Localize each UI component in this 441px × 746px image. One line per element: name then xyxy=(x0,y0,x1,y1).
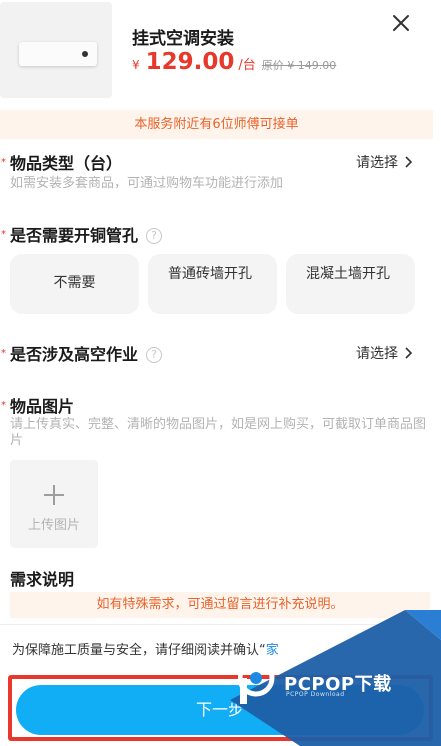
photos-hint: 请上传真实、完整、清晰的物品图片，如是网上购买，可截取订单商品图片 xyxy=(10,417,427,448)
option-label: 混凝土墙开孔 xyxy=(306,266,390,282)
product-header: 挂式空调安装 ¥ 129.00 /台 原价 ¥ 149.00 xyxy=(0,0,441,110)
watermark-sub: PCPOP Download xyxy=(286,691,345,698)
upload-label: 上传图片 xyxy=(27,518,80,533)
price-unit: /台 xyxy=(238,58,256,73)
upload-photo-button[interactable]: 上传图片 xyxy=(10,460,98,548)
plus-icon xyxy=(44,485,64,505)
close-icon[interactable] xyxy=(391,13,411,33)
high-altitude-title-text: 是否涉及高空作业 xyxy=(10,345,139,364)
copper-pipe-title-text: 是否需要开铜管孔 xyxy=(10,226,139,245)
option-concrete-wall[interactable]: 混凝土墙开孔 xyxy=(286,254,415,314)
product-thumbnail xyxy=(0,2,112,98)
original-price: 原价 ¥ 149.00 xyxy=(261,59,337,72)
copper-pipe-title: 是否需要开铜管孔? xyxy=(10,222,163,246)
photos-title: 物品图片 xyxy=(10,397,75,416)
price-value: 129.00 xyxy=(145,49,235,75)
air-conditioner-image xyxy=(19,42,97,66)
option-no-need[interactable]: 不需要 xyxy=(10,254,139,314)
option-label: 普通砖墙开孔 xyxy=(168,266,252,282)
high-altitude-select[interactable]: 请选择 xyxy=(356,343,413,363)
item-type-title: 物品类型（台） xyxy=(10,154,123,173)
product-title: 挂式空调安装 xyxy=(132,29,234,49)
consent-text-body: 为保障施工质量与安全，请仔细阅读并确认“ xyxy=(12,643,266,658)
chevron-right-icon xyxy=(405,347,413,359)
option-brick-wall[interactable]: 普通砖墙开孔 xyxy=(148,254,277,314)
high-altitude-select-label: 请选择 xyxy=(356,346,398,362)
question-icon[interactable]: ? xyxy=(146,347,163,363)
requirements-title: 需求说明 xyxy=(10,570,75,589)
question-icon[interactable]: ? xyxy=(146,228,163,244)
required-marker: * xyxy=(1,229,6,240)
required-marker: * xyxy=(1,400,6,411)
required-marker: * xyxy=(1,348,6,359)
item-type-select[interactable]: 请选择 xyxy=(356,152,413,172)
option-label: 不需要 xyxy=(53,275,96,291)
requirements-input[interactable]: 如有特殊需求，可通过留言进行补充说明。 xyxy=(10,592,430,618)
consent-link[interactable]: 家 xyxy=(266,643,279,658)
consent-text: 为保障施工质量与安全，请仔细阅读并确认“家 xyxy=(12,639,279,658)
chevron-right-icon xyxy=(405,156,413,168)
availability-notice: 本服务附近有6位师傅可接单 xyxy=(0,110,433,139)
currency-symbol: ¥ xyxy=(132,58,140,72)
watermark-logo xyxy=(238,660,275,704)
price-row: ¥ 129.00 /台 原价 ¥ 149.00 xyxy=(132,49,336,75)
item-type-select-label: 请选择 xyxy=(356,155,398,171)
required-marker: * xyxy=(1,157,6,168)
high-altitude-title: 是否涉及高空作业? xyxy=(10,341,163,365)
item-type-hint: 如需安装多套商品，可通过购物车功能进行添加 xyxy=(10,176,284,191)
